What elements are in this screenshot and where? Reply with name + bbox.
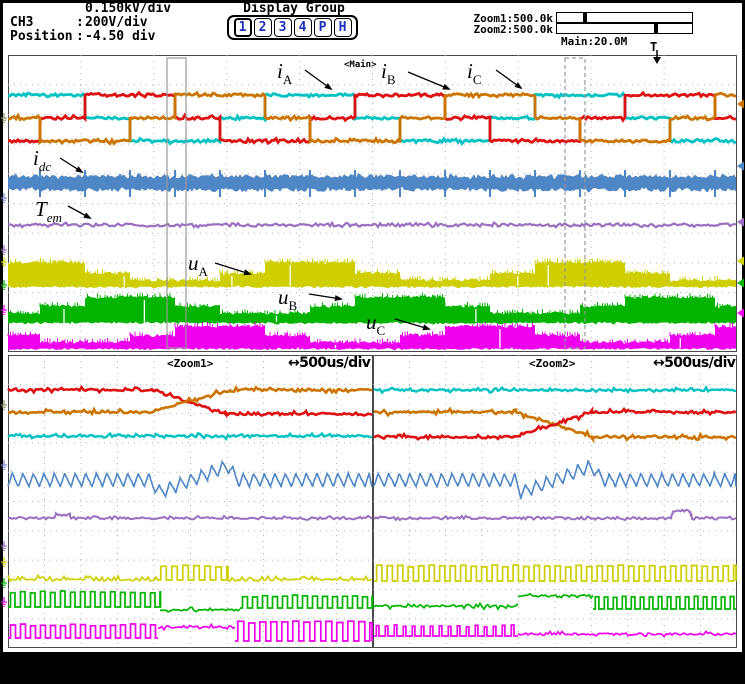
display-group-button-H[interactable]: H: [334, 18, 352, 37]
display-group-button-3[interactable]: 3: [274, 18, 292, 37]
trace-label-uA: uA: [188, 251, 208, 280]
main-memory-label: Main:20.0M: [561, 36, 627, 47]
channel-name: CH3: [10, 16, 33, 29]
position-value: -4.50 div: [85, 30, 155, 43]
zoom2-panel-tag: <Zoom2>: [529, 358, 575, 369]
trace-label-Tem: Tem: [35, 197, 62, 226]
trace-label-uC: uC: [366, 310, 385, 339]
display-group-buttons: 1234PH: [227, 15, 358, 40]
zoom2-position-tick[interactable]: [654, 24, 658, 33]
zoom1-timebase-label: ↔500us/div: [288, 355, 370, 371]
channel-colon: :: [76, 16, 84, 29]
zoom2-waveform-panel: [373, 355, 737, 648]
trigger-position-marker[interactable]: T: [650, 41, 657, 54]
position-label: Position: [10, 30, 73, 43]
main-waveform-panel: [8, 55, 737, 352]
display-group-title: Display Group: [230, 2, 358, 15]
zoom1-position-tick[interactable]: [583, 13, 587, 22]
channel-scale-top: 0.150kV/div: [85, 2, 171, 15]
position-colon: :: [76, 30, 84, 43]
display-group-button-2[interactable]: 2: [254, 18, 272, 37]
zoom1-panel-tag: <Zoom1>: [167, 358, 213, 369]
trace-label-idc: idc: [33, 146, 51, 175]
trace-label-uB: uB: [278, 285, 297, 314]
zoom1-memory-bar[interactable]: [556, 12, 693, 23]
oscilloscope-screen: 0.150kV/div CH3 : 200V/div Position : -4…: [0, 0, 745, 684]
display-group-button-P[interactable]: P: [314, 18, 332, 37]
zoom2-timebase-label: ↔500us/div: [653, 355, 735, 371]
main-panel-tag: <Main>: [344, 60, 377, 71]
zoom1-waveform-panel: [8, 355, 373, 648]
trace-label-iC: iC: [467, 59, 482, 88]
trace-label-iA: iA: [277, 59, 292, 88]
display-group-button-4[interactable]: 4: [294, 18, 312, 37]
trace-label-iB: iB: [381, 59, 396, 88]
display-group-button-1[interactable]: 1: [234, 18, 252, 37]
channel-scale: 200V/div: [85, 16, 148, 29]
zoom2-memory-label: Zoom2:500.0k: [420, 24, 553, 35]
zoom2-memory-bar[interactable]: [556, 23, 693, 34]
